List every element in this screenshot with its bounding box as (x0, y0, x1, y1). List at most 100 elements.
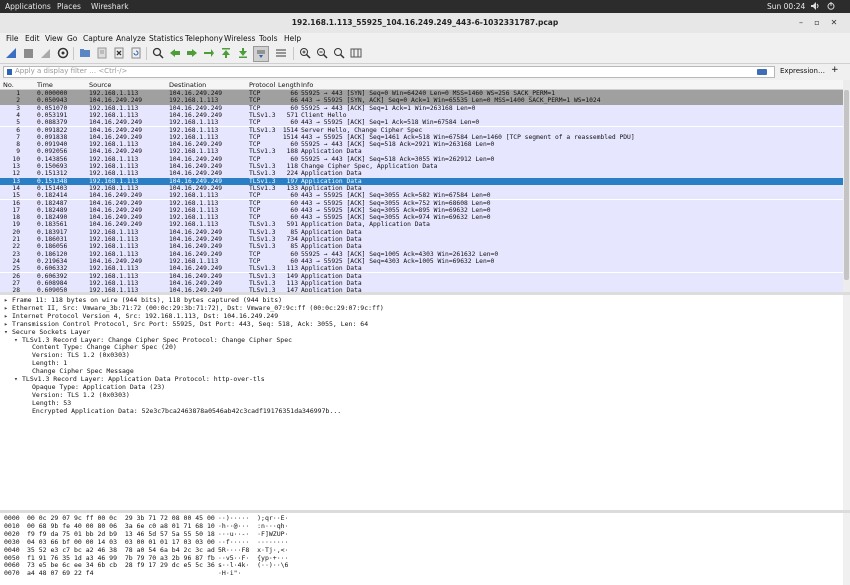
app-menu[interactable]: Wireshark (91, 2, 129, 11)
expression-button[interactable]: Expression… (780, 67, 825, 75)
detail-tree-item[interactable]: ▾ TLSv1.3 Record Layer: Application Data … (14, 375, 265, 383)
places-menu[interactable]: Places (57, 2, 81, 11)
menu-capture[interactable]: Capture (83, 34, 113, 43)
byte-hex[interactable]: a4 48 07 69 22 f4 (27, 569, 94, 577)
menu-help[interactable]: Help (284, 34, 301, 43)
column-protocol[interactable]: Protocol (249, 81, 275, 89)
column-info[interactable]: Info (301, 81, 313, 89)
display-filter-input[interactable]: Apply a display filter … <Ctrl-/> (3, 66, 775, 78)
byte-hex[interactable]: 00 68 9b fe 40 00 80 06 3a 6e c0 a8 01 7… (27, 522, 215, 530)
stop-capture-icon[interactable] (21, 46, 35, 60)
power-icon[interactable] (827, 2, 835, 12)
packet-row[interactable]: 23 0.186120 192.168.1.113 104.16.249.249 TCP… (0, 250, 843, 258)
packet-row[interactable]: 4 0.053191 192.168.1.113 104.16.249.249 TLSv… (0, 111, 843, 120)
byte-ascii[interactable]: 5R····F8 x·Tj·,<· (218, 546, 288, 554)
save-file-icon[interactable] (95, 46, 109, 60)
menu-edit[interactable]: Edit (25, 34, 40, 43)
packet-row[interactable]: 9 0.092056 104.16.249.249 192.168.1.113 TLSv… (0, 148, 843, 156)
expand-arrow-icon[interactable]: ▸ (4, 304, 12, 312)
expand-arrow-icon[interactable]: ▸ (4, 296, 12, 304)
apply-filter-arrow-icon[interactable] (757, 69, 767, 75)
byte-hex[interactable]: f1 91 76 35 1d a3 46 99 7b 79 70 a3 2b 9… (27, 554, 215, 562)
byte-hex[interactable]: 73 e5 be 6c ee 34 6b cb 28 f9 17 29 dc e… (27, 561, 215, 569)
byte-ascii[interactable]: ··v5··F· {yp·+··· (218, 554, 288, 562)
resize-columns-icon[interactable] (349, 46, 363, 60)
packet-row[interactable]: 3 0.051070 192.168.1.113 104.16.249.249 TCP 6… (0, 104, 843, 112)
go-forward-icon[interactable] (185, 46, 199, 60)
auto-scroll-icon[interactable] (253, 46, 269, 62)
byte-ascii[interactable]: s··l·4k· (··)··\6 (218, 561, 288, 569)
detail-tree-item[interactable]: Opaque Type: Application Data (23) (24, 383, 165, 391)
open-file-icon[interactable] (78, 46, 92, 60)
collapse-arrow-icon[interactable]: ▾ (4, 328, 12, 336)
column-destination[interactable]: Destination (169, 81, 206, 89)
colorize-icon[interactable] (274, 46, 288, 60)
expand-arrow-icon[interactable]: ▸ (4, 320, 12, 328)
zoom-in-icon[interactable] (298, 46, 312, 60)
go-to-packet-icon[interactable] (202, 46, 216, 60)
scrollbar-thumb[interactable] (844, 90, 849, 280)
packet-row[interactable]: 2 0.050943 104.16.249.249 192.168.1.113 TCP 6… (0, 97, 843, 105)
detail-tree-item[interactable]: ▸ Transmission Control Protocol, Src Port… (4, 320, 368, 328)
packet-row[interactable]: 7 0.091838 104.16.249.249 192.168.1.113 TCP 1… (0, 133, 843, 142)
detail-tree-item[interactable]: Content Type: Change Cipher Spec (20) (24, 343, 177, 351)
packet-row[interactable]: 20 0.183917 192.168.1.113 104.16.249.249 TLS… (0, 228, 843, 236)
byte-hex[interactable]: 00 0c 29 07 9c ff 00 0c 29 3b 71 72 08 0… (27, 514, 215, 522)
zoom-out-icon[interactable] (315, 46, 329, 60)
detail-tree-item[interactable]: ▾ TLSv1.3 Record Layer: Change Cipher Spe… (14, 336, 292, 344)
restart-capture-icon[interactable] (38, 46, 52, 60)
packet-row[interactable]: 5 0.088379 104.16.249.249 192.168.1.113 TCP 6… (0, 119, 843, 127)
close-file-icon[interactable] (112, 46, 126, 60)
detail-tree-item[interactable]: ▸ Ethernet II, Src: Vmware_3b:71:72 (00:0… (4, 304, 384, 312)
capture-options-icon[interactable] (56, 46, 70, 60)
packet-row[interactable]: 16 0.182487 104.16.249.249 192.168.1.113 TCP… (0, 199, 843, 207)
packet-row[interactable]: 26 0.606392 192.168.1.113 104.16.249.249 TLS… (0, 272, 843, 280)
byte-ascii[interactable]: ··f····· ········ (218, 538, 288, 546)
column-length[interactable]: Length (278, 81, 300, 89)
collapse-arrow-icon[interactable]: ▾ (14, 375, 22, 383)
maximize-icon[interactable]: ▫ (811, 17, 823, 29)
packet-row[interactable]: 17 0.182489 104.16.249.249 192.168.1.113 TCP… (0, 206, 843, 215)
packet-row[interactable]: 13 0.150693 192.168.1.113 104.16.249.249 TLS… (0, 163, 843, 171)
packet-row[interactable]: 15 0.182414 104.16.249.249 192.168.1.113 TCP… (0, 192, 843, 200)
last-packet-icon[interactable] (236, 46, 250, 60)
packet-row[interactable]: 10 0.143856 192.168.1.113 104.16.249.249 TCP… (0, 155, 843, 163)
packet-row[interactable]: 12 0.151312 192.168.1.113 104.16.249.249 TLS… (0, 170, 843, 178)
detail-tree-item[interactable]: ▸ Internet Protocol Version 4, Src: 192.1… (4, 312, 278, 320)
minimize-icon[interactable]: – (795, 17, 807, 29)
packet-row[interactable]: 24 0.219634 104.16.249.249 192.168.1.113 TCP… (0, 257, 843, 266)
detail-tree-item[interactable]: ▾ Secure Sockets Layer (4, 328, 90, 336)
packet-list-scrollbar[interactable] (843, 80, 850, 292)
volume-icon[interactable] (811, 2, 820, 12)
clock[interactable]: Sun 00:24 (767, 2, 805, 11)
packet-row[interactable]: 13 0.151348 192.168.1.113 104.16.249.249 TLS… (0, 177, 843, 185)
byte-hex[interactable]: 04 03 66 bf 00 00 14 03 03 00 01 01 17 0… (27, 538, 215, 546)
byte-ascii[interactable]: ·h··@··· :n···qh· (218, 522, 288, 530)
packet-row[interactable]: 19 0.183561 104.16.249.249 192.168.1.113 TLS… (0, 221, 843, 229)
menu-analyze[interactable]: Analyze (116, 34, 146, 43)
add-filter-button[interactable]: + (831, 65, 839, 75)
detail-tree-item[interactable]: Length: 53 (24, 399, 71, 407)
byte-ascii[interactable]: ··)····· );qr··E· (218, 514, 288, 522)
byte-hex[interactable]: f9 f9 da 75 01 bb 2d b9 13 46 5d 57 5a 5… (27, 530, 215, 538)
column-no[interactable]: No. (3, 81, 14, 89)
packet-row[interactable]: 1 0.000000 192.168.1.113 104.16.249.249 TCP 6… (0, 90, 843, 98)
menu-tools[interactable]: Tools (259, 34, 277, 43)
applications-menu[interactable]: Applications (5, 2, 51, 11)
packet-list[interactable]: No. Time Source Destination Protocol Len… (0, 80, 843, 292)
packet-bytes[interactable]: 0000 00 0c 29 07 9c ff 00 0c 29 3b 71 72 … (0, 513, 843, 585)
menu-file[interactable]: File (6, 34, 19, 43)
detail-tree-item[interactable]: Version: TLS 1.2 (0x0303) (24, 391, 130, 399)
packet-row[interactable]: 25 0.606332 192.168.1.113 104.16.249.249 TLS… (0, 265, 843, 273)
normal-size-icon[interactable] (332, 46, 346, 60)
first-packet-icon[interactable] (219, 46, 233, 60)
column-source[interactable]: Source (89, 81, 111, 89)
collapse-arrow-icon[interactable]: ▾ (14, 336, 22, 344)
menu-go[interactable]: Go (67, 34, 77, 43)
packet-row[interactable]: 21 0.186031 192.168.1.113 104.16.249.249 TLS… (0, 236, 843, 244)
detail-tree-item[interactable]: ▸ Frame 11: 118 bytes on wire (944 bits),… (4, 296, 282, 304)
detail-tree-item[interactable]: Version: TLS 1.2 (0x0303) (24, 351, 130, 359)
menu-telephony[interactable]: Telephony (185, 34, 223, 43)
packet-row[interactable]: 8 0.091940 192.168.1.113 104.16.249.249 TCP 6… (0, 141, 843, 149)
detail-tree-item[interactable]: Encrypted Application Data: 52e3c7bca246… (24, 407, 341, 415)
